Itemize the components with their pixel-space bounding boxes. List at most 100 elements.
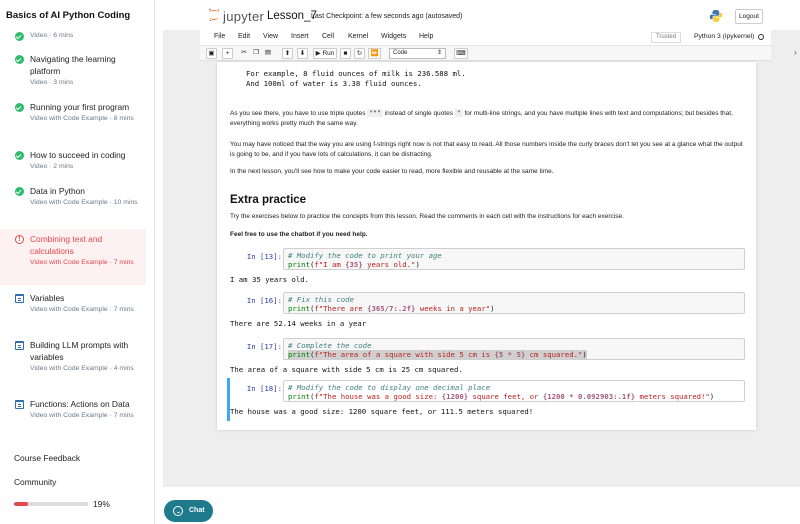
lesson-name: Functions: Actions on Data <box>30 399 130 409</box>
markdown-paragraph: Try the exercises below to practice the … <box>230 213 624 220</box>
code-notebook-icon <box>15 400 24 409</box>
lesson-item-combining[interactable]: Combining text and calculations Video wi… <box>0 229 146 285</box>
edit-buttons-group: ✂ ❐ ▤ <box>236 48 276 59</box>
menu-cell[interactable]: Cell <box>322 33 334 40</box>
cell-prompt: In [16]: <box>246 296 282 305</box>
code-comment: # Complete the code <box>288 341 372 350</box>
kernel-status-icon <box>758 34 764 40</box>
stop-button[interactable]: ■ <box>340 48 351 59</box>
stop-icon: ■ <box>343 50 348 57</box>
code-comment: # Modify the code to display one decimal… <box>288 383 491 392</box>
cell-output: I am 35 years old. <box>230 275 310 284</box>
menu-help[interactable]: Help <box>419 33 433 40</box>
kernel-name[interactable]: Python 3 (ipykernel) <box>694 33 754 40</box>
code-token: {35} <box>345 260 363 270</box>
output-line: And 100ml of water is 3.38 fluid ounces. <box>246 79 422 88</box>
course-title: Basics of AI Python Coding <box>6 10 131 21</box>
logout-button[interactable]: Logout <box>735 9 763 24</box>
save-button[interactable]: ▣ <box>206 48 217 59</box>
lesson-name: Navigating the learning platform <box>30 54 116 76</box>
lesson-item-llm-prompts[interactable]: Building LLM prompts with variables Vide… <box>0 339 146 374</box>
fast-forward-icon: ⏩ <box>370 50 379 57</box>
course-progress-bar <box>14 502 88 506</box>
save-icon: ▣ <box>208 50 215 57</box>
notebook-name[interactable]: Lesson_7 <box>267 10 317 22</box>
cut-icon[interactable]: ✂ <box>238 48 250 57</box>
cell-prompt: In [17]: <box>246 342 282 351</box>
jupyter-menubar: File Edit View Insert Cell Kernel Widget… <box>200 30 771 45</box>
check-icon <box>15 55 24 64</box>
jupyter-notebook-frame: jupyter Lesson_7 Last Checkpoint: a few … <box>163 0 800 487</box>
lesson-item-variables[interactable]: Variables Video with Code Example · 7 mi… <box>0 292 146 315</box>
add-cell-icon: + <box>225 50 230 57</box>
menu-edit[interactable]: Edit <box>238 33 250 40</box>
lesson-meta: Video · 6 mins <box>30 32 74 39</box>
add-cell-button[interactable]: + <box>222 48 233 59</box>
restart-button[interactable]: ↻ <box>354 48 365 59</box>
code-token: ) <box>582 350 587 360</box>
check-icon <box>15 151 24 160</box>
chat-label: Chat <box>189 507 205 514</box>
code-token: ) <box>490 304 495 314</box>
menu-widgets[interactable]: Widgets <box>381 33 406 40</box>
restart-run-all-button[interactable]: ⏩ <box>368 48 381 59</box>
lesson-name: Variables <box>30 293 65 303</box>
course-feedback-link[interactable]: Course Feedback <box>14 453 80 463</box>
command-palette-button[interactable]: ⌨ <box>454 48 468 59</box>
jupyter-header: jupyter Lesson_7 Last Checkpoint: a few … <box>163 0 800 30</box>
alert-icon <box>15 235 24 244</box>
text: instead of single quotes <box>382 110 455 117</box>
code-cell-input[interactable]: # Fix this code print(f"There are {365/7… <box>283 292 745 314</box>
cell-output: The house was a good size: 1200 square f… <box>230 407 534 416</box>
paste-icon[interactable]: ▤ <box>262 48 274 57</box>
check-icon <box>15 32 24 41</box>
lesson-item[interactable]: Video · 6 mins <box>0 30 146 41</box>
cell-prompt: In [18]: <box>246 384 282 393</box>
code-token: {1200 * 0.092903:.1f} <box>542 392 636 402</box>
cell-type-value: Code <box>393 50 408 56</box>
chat-smile-icon <box>173 506 183 516</box>
code-notebook-icon <box>15 341 24 350</box>
inline-code: """ <box>367 109 383 117</box>
code-token: f"There are <box>314 304 368 314</box>
code-cell-input[interactable]: # Modify the code to print your age prin… <box>283 248 745 270</box>
trusted-badge[interactable]: Trusted <box>651 32 681 43</box>
lesson-item-data[interactable]: Data in Python Video with Code Example ·… <box>0 185 146 208</box>
markdown-paragraph: In the next lesson, you'll see how to ma… <box>230 168 554 175</box>
lesson-item-navigating[interactable]: Navigating the learning platform Video ·… <box>0 53 146 88</box>
menu-view[interactable]: View <box>263 33 278 40</box>
code-cell-input-selected[interactable]: # Modify the code to display one decimal… <box>283 380 745 402</box>
checkpoint-status: Last Checkpoint: a few seconds ago (auto… <box>311 13 463 20</box>
code-token: f"The house was a good size: <box>314 392 442 402</box>
menu-file[interactable]: File <box>214 33 225 40</box>
code-token: {1200} <box>441 392 469 402</box>
code-token: print <box>288 350 310 360</box>
copy-icon[interactable]: ❐ <box>250 48 262 57</box>
jupyter-toolbar: ▣ + ✂ ❐ ▤ ⬆ ⬇ ▶ Run ■ ↻ ⏩ Code ⇕ ⌨ <box>200 45 771 61</box>
menu-insert[interactable]: Insert <box>291 33 309 40</box>
caret-updown-icon: ⇕ <box>436 50 442 56</box>
move-up-icon: ⬆ <box>284 50 291 57</box>
lesson-meta: Video with Code Example · 4 mins <box>30 365 134 372</box>
lesson-item-running[interactable]: Running your first program Video with Co… <box>0 101 146 124</box>
community-link[interactable]: Community <box>14 477 56 487</box>
output-line: For example, 8 fluid ounces of milk is 2… <box>246 69 466 78</box>
move-up-button[interactable]: ⬆ <box>282 48 293 59</box>
run-button[interactable]: ▶ Run <box>313 48 337 59</box>
menu-kernel[interactable]: Kernel <box>348 33 368 40</box>
lesson-item-succeed[interactable]: How to succeed in coding Video · 2 mins <box>0 149 146 172</box>
check-icon <box>15 103 24 112</box>
chat-button[interactable]: Chat <box>164 500 213 522</box>
cell-type-select[interactable]: Code ⇕ <box>389 48 446 59</box>
move-down-icon: ⬇ <box>299 50 306 57</box>
cell-output: The area of a square with side 5 cm is 2… <box>230 365 463 374</box>
code-cell-input[interactable]: # Complete the code print(f"The area of … <box>283 338 745 360</box>
lesson-meta: Video with Code Example · 7 mins <box>30 259 134 266</box>
code-token: cm squared." <box>525 350 583 360</box>
lesson-item-functions[interactable]: Functions: Actions on Data Video with Co… <box>0 398 146 421</box>
move-down-button[interactable]: ⬇ <box>297 48 308 59</box>
chevron-right-icon[interactable]: › <box>794 48 797 57</box>
code-token: meters squared!" <box>635 392 710 402</box>
check-icon <box>15 187 24 196</box>
code-token: years old." <box>362 260 416 270</box>
